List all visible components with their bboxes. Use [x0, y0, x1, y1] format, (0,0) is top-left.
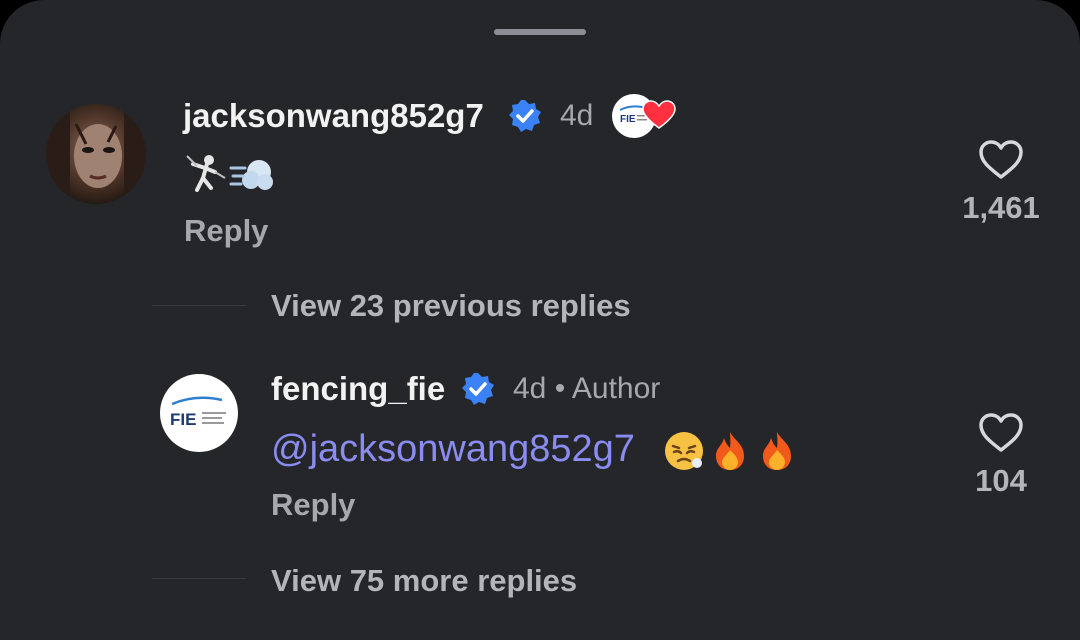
comment-time: 4d: [560, 99, 594, 132]
thread-line: [152, 578, 246, 579]
like-button[interactable]: 1,461: [956, 140, 1046, 226]
thread-line: [152, 305, 246, 306]
view-previous-replies[interactable]: View 23 previous replies: [271, 288, 631, 324]
verified-badge-icon: [509, 100, 541, 132]
fire-emoji-icon: [763, 432, 791, 470]
comment-emojis: [183, 152, 275, 196]
svg-text:FIE: FIE: [620, 114, 636, 125]
comments-sheet: jacksonwang852g7 4d FIE Reply 1,461 View…: [0, 0, 1080, 640]
dash-emoji-icon: [229, 160, 273, 190]
author-label: • Author: [554, 372, 661, 405]
like-count: 104: [975, 463, 1027, 498]
view-more-replies[interactable]: View 75 more replies: [271, 563, 577, 599]
fencer-emoji-icon: [186, 155, 226, 192]
tired-face-emoji-icon: [665, 432, 703, 470]
reply-button[interactable]: Reply: [184, 213, 268, 249]
fire-emoji-icon: [716, 432, 744, 470]
comment-username[interactable]: fencing_fie: [271, 370, 445, 408]
comment-time-value: 4d: [513, 372, 547, 405]
heart-outline-icon: [979, 140, 1023, 179]
avatar-fencing-fie[interactable]: FIE: [160, 374, 238, 452]
fie-logo-text: FIE: [170, 410, 196, 429]
drag-handle[interactable]: [494, 29, 586, 35]
fie-logo: FIE: [170, 396, 226, 429]
avatar-jacksonwang[interactable]: [46, 104, 146, 204]
comment-time: 4d • Author: [513, 372, 660, 406]
like-count: 1,461: [962, 190, 1040, 225]
heart-badge-icon: [642, 100, 676, 129]
comment-username[interactable]: jacksonwang852g7: [183, 97, 484, 135]
mention-link[interactable]: @jacksonwang852g7: [271, 428, 635, 471]
avatar-photo: [46, 104, 146, 204]
verified-badge-icon: [462, 373, 494, 405]
heart-outline-icon: [979, 413, 1023, 452]
reply-button[interactable]: Reply: [271, 487, 355, 523]
comment-emojis: [663, 430, 799, 472]
like-button[interactable]: 104: [956, 413, 1046, 499]
liked-by-author-badge: FIE: [612, 94, 676, 138]
